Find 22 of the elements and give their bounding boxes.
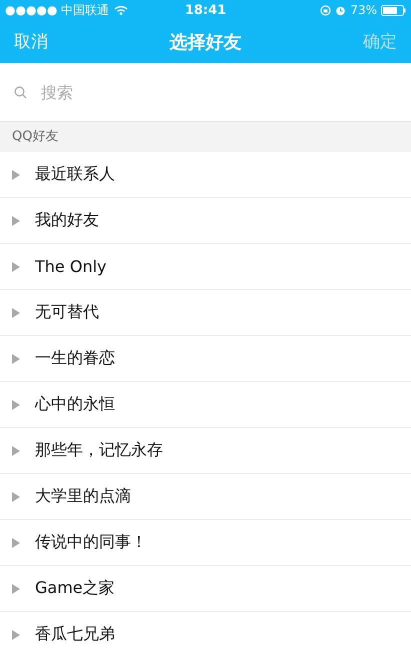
group-row[interactable]: Game之家 — [0, 566, 411, 612]
carrier-text: ●●●●● 中国联通 — [5, 2, 110, 18]
group-row[interactable]: The Only — [0, 244, 411, 290]
clock-time: 18:41 — [184, 2, 226, 18]
section-header: QQ好友 — [0, 122, 411, 152]
group-row[interactable]: 香瓜七兄弟 — [0, 612, 411, 649]
alarm-icon — [335, 4, 346, 16]
page-title: 选择好友 — [170, 30, 242, 54]
group-row[interactable]: 大学里的点滴 — [0, 474, 411, 520]
group-row[interactable]: 我的好友 — [0, 198, 411, 244]
group-row[interactable]: 一生的眷恋 — [0, 336, 411, 382]
group-row[interactable]: 传说中的同事！ — [0, 520, 411, 566]
rotation-lock-icon — [320, 4, 332, 16]
search-field[interactable]: 搜索 — [39, 82, 397, 102]
group-row[interactable]: 那些年，记忆永存 — [0, 428, 411, 474]
wifi-icon — [114, 5, 128, 15]
search-icon — [14, 86, 27, 98]
group-row[interactable]: 心中的永恒 — [0, 382, 411, 428]
group-row[interactable]: 最近联系人 — [0, 152, 411, 198]
battery-percent: 73% — [350, 3, 378, 17]
battery-icon — [381, 4, 406, 16]
group-row[interactable]: 无可替代 — [0, 290, 411, 336]
